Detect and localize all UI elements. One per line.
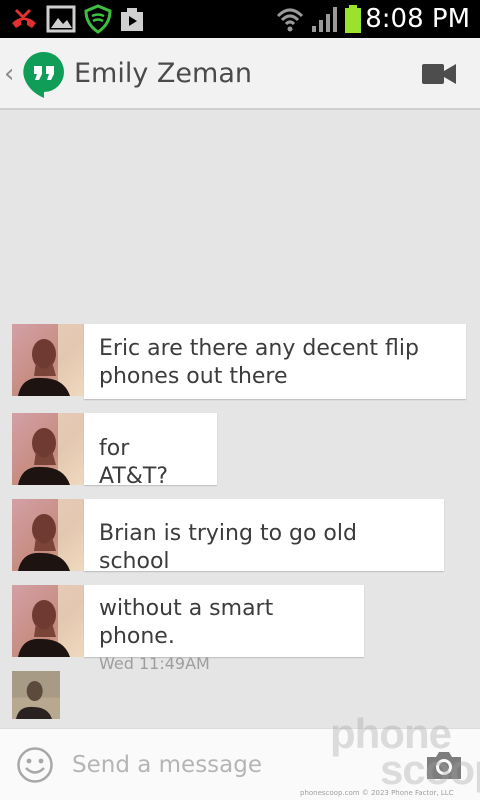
read-receipt-avatar: [12, 671, 60, 719]
status-bar: 8:08 PM: [0, 0, 480, 38]
message-timestamp: Wed 11:49AM: [99, 654, 210, 673]
camera-icon[interactable]: [424, 749, 464, 785]
message-text: Eric are there any decent flip: [99, 336, 419, 361]
avatar[interactable]: [12, 324, 84, 396]
lookout-shield-icon: [84, 4, 112, 38]
conversation-header: ‹ Emily Zeman: [0, 38, 480, 110]
watermark-footer: phonescoop.com © 2023 Phone Factor, LLC: [300, 789, 454, 797]
battery-icon: [344, 4, 362, 38]
message-bubble[interactable]: without a smart phone. Wed 11:49AM: [84, 585, 364, 673]
avatar[interactable]: [12, 585, 84, 657]
signal-icon: [310, 4, 340, 38]
avatar[interactable]: [12, 413, 84, 485]
back-chevron-icon[interactable]: ‹: [4, 56, 14, 92]
hangouts-icon[interactable]: [22, 50, 66, 104]
message-bubble[interactable]: Brian is trying to go old school: [84, 499, 444, 574]
video-camera-icon[interactable]: [422, 62, 456, 90]
message-bubble[interactable]: Eric are there any decent flip phones ou…: [84, 324, 466, 399]
contact-name: Emily Zeman: [74, 58, 252, 89]
message-text: for AT&T?: [99, 436, 169, 489]
message-list[interactable]: Eric are there any decent flip phones ou…: [0, 110, 480, 728]
message-text: phones out there: [99, 364, 288, 389]
emoji-icon[interactable]: [16, 746, 54, 788]
message-bubble[interactable]: for AT&T?: [84, 413, 217, 489]
message-text: without a smart phone.: [99, 596, 274, 649]
missed-call-icon: [8, 4, 40, 38]
status-time: 8:08 PM: [365, 4, 470, 34]
message-input[interactable]: [72, 747, 372, 783]
wifi-icon: [276, 4, 304, 38]
play-store-icon: [118, 4, 146, 38]
gallery-icon: [46, 4, 76, 38]
avatar[interactable]: [12, 499, 84, 571]
message-text: Brian is trying to go old school: [99, 521, 357, 574]
